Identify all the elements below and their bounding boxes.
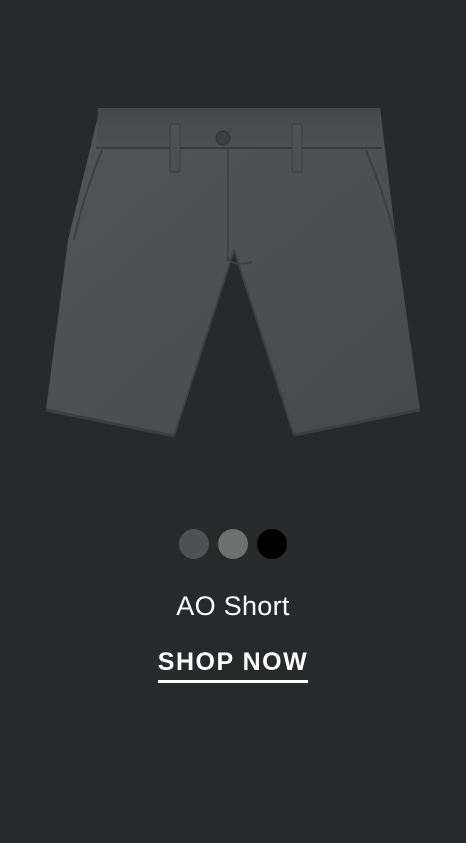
color-swatch-gray[interactable]	[218, 529, 248, 559]
color-swatches	[0, 529, 466, 559]
product-card[interactable]: AO Short SHOP NOW	[0, 0, 466, 843]
shop-now-link[interactable]: SHOP NOW	[157, 648, 309, 683]
shorts-image[interactable]	[40, 90, 426, 450]
color-swatch-black[interactable]	[257, 529, 287, 559]
product-name[interactable]: AO Short	[0, 591, 466, 622]
shop-now-container: SHOP NOW	[0, 648, 466, 683]
color-swatch-dark-gray[interactable]	[179, 529, 209, 559]
